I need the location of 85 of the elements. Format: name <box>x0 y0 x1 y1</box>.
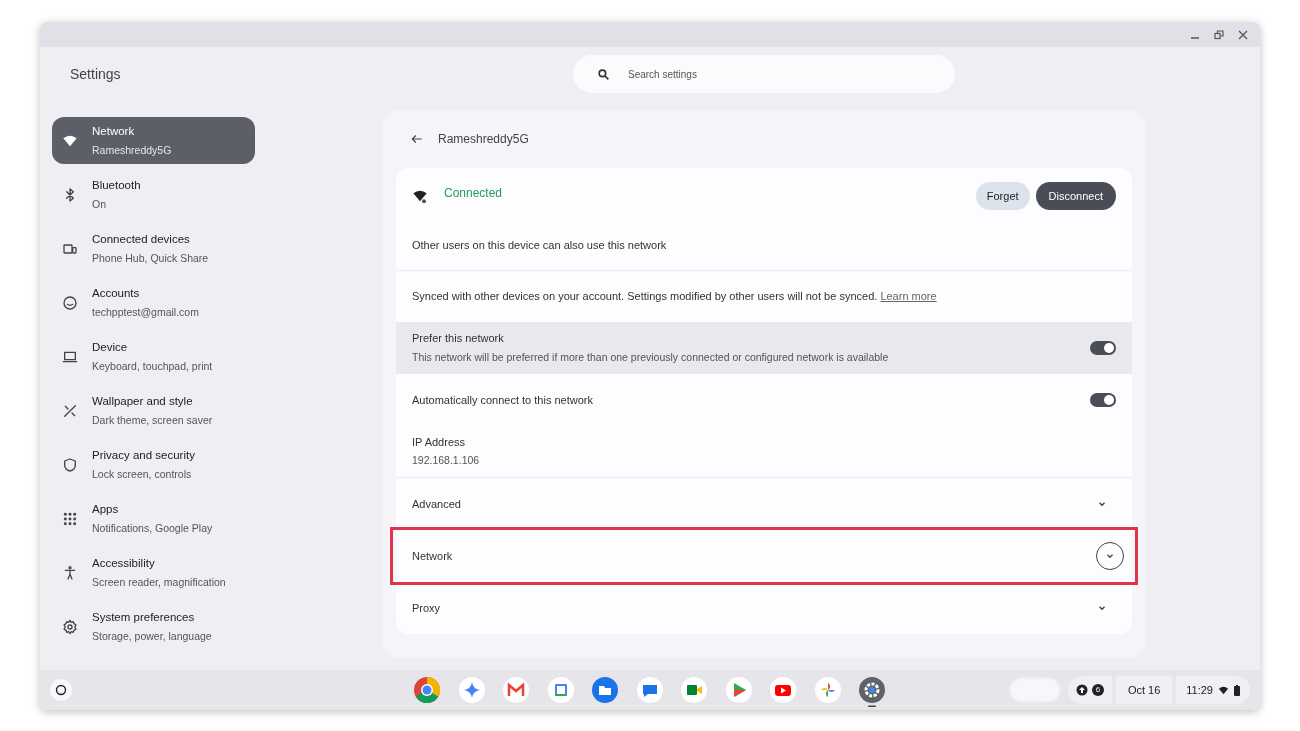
notification-tray[interactable]: 6 <box>1067 676 1112 704</box>
sidebar-item[interactable]: Accounts techpptest@gmail.com <box>52 279 255 326</box>
launcher-button[interactable] <box>50 679 72 701</box>
sidebar-item-title: Bluetooth <box>92 177 141 193</box>
accessibility-icon <box>62 564 78 581</box>
brush-icon <box>62 402 78 419</box>
page-title: Rameshreddy5G <box>438 131 529 148</box>
date-tray[interactable]: Oct 16 <box>1115 676 1173 704</box>
status-tray[interactable]: 11:29 <box>1176 676 1250 704</box>
gear-icon <box>62 618 78 635</box>
sidebar-item-subtitle: Phone Hub, Quick Share <box>92 250 209 266</box>
sidebar-item-subtitle: Rameshreddy5G <box>92 142 172 158</box>
sidebar-item-title: Privacy and security <box>92 447 195 463</box>
gear-icon[interactable] <box>858 676 886 707</box>
pinwheel-icon[interactable] <box>813 676 842 704</box>
back-arrow-icon[interactable] <box>410 132 424 146</box>
toggle-switch[interactable] <box>1090 341 1116 355</box>
launcher-icon <box>55 684 67 696</box>
sparkle-icon[interactable] <box>457 676 486 704</box>
sidebar-item[interactable]: Bluetooth On <box>52 171 255 218</box>
calendar-icon[interactable] <box>546 676 575 704</box>
setting-title: Prefer this network <box>412 331 505 347</box>
ip-address-value: 192.168.1.106 <box>412 453 481 469</box>
row-text: Other users on this device can also use this network <box>412 237 667 253</box>
folder-icon[interactable] <box>591 676 619 704</box>
connection-status: Connected <box>444 185 503 202</box>
disconnect-button[interactable]: Disconnect <box>1035 182 1116 210</box>
sidebar-item-subtitle: Storage, power, language <box>92 628 212 644</box>
sidebar-item-subtitle: Dark theme, screen saver <box>92 412 213 428</box>
sidebar-item-subtitle: Keyboard, touchpad, print <box>92 358 213 374</box>
sidebar-item[interactable]: Wallpaper and style Dark theme, screen saver <box>52 387 255 434</box>
setting-title: Automatically connect to this network <box>412 392 593 408</box>
sidebar-item-title: System preferences <box>92 609 196 625</box>
setting-title: Proxy <box>412 600 441 616</box>
sidebar-item-subtitle: Notifications, Google Play <box>92 520 213 536</box>
sidebar-item[interactable]: Device Keyboard, touchpad, print <box>52 333 255 380</box>
upload-icon <box>1075 684 1088 696</box>
close-icon[interactable] <box>1238 29 1248 40</box>
learn-more-link[interactable]: Learn more <box>880 290 937 303</box>
expandable-row[interactable]: Proxy <box>396 582 1132 634</box>
setting-description: This network will be preferred if more than one previously connected or configured network is available <box>412 349 889 365</box>
sidebar-item[interactable]: Connected devices Phone Hub, Quick Share <box>52 225 255 272</box>
sidebar-item-subtitle: Screen reader, magnification <box>92 574 226 590</box>
account-icon <box>62 294 78 311</box>
shield-icon <box>62 456 78 473</box>
sync-notice: Synced with other devices on your account. Settings modified by other users will not be synced. Learn more <box>412 289 937 305</box>
search-field[interactable]: Search settings <box>573 55 955 93</box>
restore-icon[interactable] <box>1214 29 1224 40</box>
setting-title: IP Address <box>412 434 466 450</box>
sidebar-item[interactable]: Privacy and security Lock screen, controls <box>52 441 255 488</box>
expandable-row[interactable]: Network <box>393 530 1135 582</box>
setting-title: Network <box>412 548 453 564</box>
sidebar-item-title: Wallpaper and style <box>92 393 194 409</box>
envelope-icon[interactable] <box>502 676 530 704</box>
setting-title: Advanced <box>412 496 461 512</box>
expandable-row[interactable]: Advanced <box>396 478 1132 530</box>
clock: 11:29 <box>1186 682 1213 698</box>
search-icon <box>597 68 610 81</box>
setting-row[interactable]: Prefer this network This network will be preferred if more than one previously connected or configured network is available <box>396 322 1132 374</box>
window-title: Settings <box>70 65 121 84</box>
toggle-switch[interactable] <box>1090 393 1116 407</box>
wifi-icon <box>1218 684 1229 696</box>
sidebar-item[interactable]: System preferences Storage, power, language <box>52 603 255 650</box>
video-play-icon[interactable] <box>769 676 797 704</box>
sidebar-item-subtitle: On <box>92 196 107 212</box>
sidebar-item-title: Apps <box>92 501 120 517</box>
sidebar-item-title: Accessibility <box>92 555 156 571</box>
sidebar-item-title: Network <box>92 123 136 139</box>
sidebar-item-title: Accounts <box>92 285 141 301</box>
sidebar-item-subtitle: Lock screen, controls <box>92 466 193 482</box>
sidebar-item[interactable]: Accessibility Screen reader, magnification <box>52 549 255 596</box>
battery-icon <box>1234 684 1240 696</box>
wifi-icon <box>412 188 428 204</box>
video-camera-icon[interactable] <box>680 676 708 704</box>
chat-bubble-icon[interactable] <box>635 676 664 704</box>
setting-row[interactable]: Automatically connect to this network <box>396 374 1132 426</box>
apps-grid-icon <box>62 510 78 527</box>
forget-button[interactable]: Forget <box>975 182 1030 210</box>
notification-count: 6 <box>1091 684 1104 696</box>
sidebar-item-title: Device <box>92 339 129 355</box>
sidebar-item-title: Connected devices <box>92 231 191 247</box>
round-color-ring-icon[interactable] <box>413 676 441 704</box>
sidebar-item[interactable]: Apps Notifications, Google Play <box>52 495 255 542</box>
sidebar-item-subtitle: techpptest@gmail.com <box>92 304 199 320</box>
sidebar-item[interactable]: Network Rameshreddy5G <box>52 117 255 164</box>
